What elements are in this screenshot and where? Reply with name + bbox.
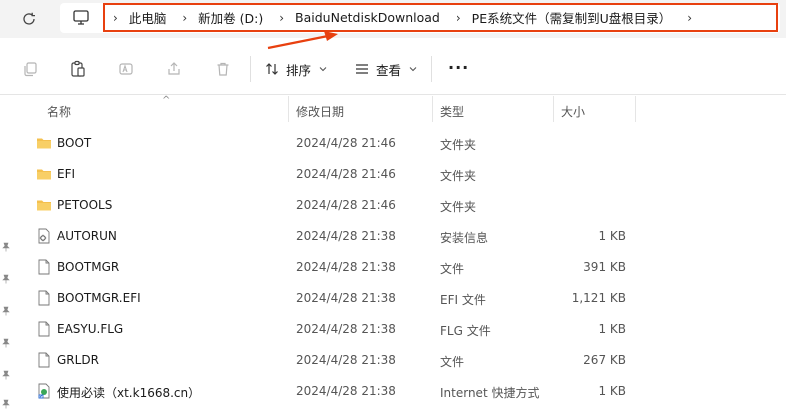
copy-icon	[24, 62, 37, 77]
refresh-icon	[23, 12, 35, 25]
file-name: EASYU.FLG	[57, 322, 124, 336]
file-date: 2024/4/28 21:46	[296, 167, 396, 181]
view-icon	[356, 64, 368, 74]
file-name: 使用必读（xt.k1668.cn）	[57, 386, 201, 400]
file-icon	[38, 352, 50, 368]
breadcrumb-pe-folder[interactable]: PE系统文件（需复制到U盘根目录）	[472, 8, 672, 27]
file-type: 文件夹	[440, 200, 477, 214]
settings-file-icon	[38, 228, 50, 244]
file-type: 文件夹	[440, 138, 477, 152]
file-row-efi[interactable]: EFI 2024/4/28 21:46 文件夹	[0, 159, 786, 190]
view-button[interactable]: 查看	[354, 58, 417, 80]
file-row-readme-shortcut[interactable]: 使用必读（xt.k1668.cn） 2024/4/28 21:38 Intern…	[0, 376, 786, 407]
file-name: GRLDR	[57, 353, 99, 367]
column-date[interactable]: 修改日期	[296, 103, 344, 120]
delete-button[interactable]	[213, 59, 233, 79]
file-type: Internet 快捷方式	[440, 386, 540, 400]
chevron-down-icon	[409, 67, 417, 72]
column-divider[interactable]	[432, 96, 433, 122]
file-type: 文件	[440, 262, 465, 276]
file-date: 2024/4/28 21:38	[296, 353, 396, 367]
share-button[interactable]	[164, 59, 184, 79]
file-name: BOOTMGR	[57, 260, 120, 274]
more-options-button[interactable]: ···	[448, 58, 469, 77]
file-name: BOOTMGR.EFI	[57, 291, 141, 305]
sort-label: 排序	[286, 62, 312, 78]
breadcrumb-this-pc[interactable]: 此电脑	[129, 8, 167, 27]
file-icon	[38, 290, 50, 306]
chevron-down-icon	[319, 67, 327, 72]
breadcrumb: › 此电脑 › 新加卷 (D:) › BaiduNetdiskDownload …	[103, 3, 778, 32]
sort-icon	[266, 63, 278, 75]
breadcrumb-separator[interactable]: ›	[456, 11, 461, 25]
toolbar-separator	[431, 56, 432, 82]
breadcrumb-separator[interactable]: ›	[113, 11, 118, 25]
file-name: PETOOLS	[57, 198, 113, 212]
rename-icon	[119, 63, 133, 75]
file-type: 安装信息	[440, 231, 489, 245]
file-row-boot[interactable]: BOOT 2024/4/28 21:46 文件夹	[0, 128, 786, 159]
file-type: 文件	[440, 355, 465, 369]
paste-button[interactable]	[68, 59, 88, 79]
column-divider[interactable]	[635, 96, 636, 122]
refresh-button[interactable]	[14, 6, 44, 32]
internet-shortcut-icon	[38, 383, 50, 399]
breadcrumb-separator[interactable]: ›	[279, 11, 284, 25]
file-row-bootmgr-efi[interactable]: BOOTMGR.EFI 2024/4/28 21:38 EFI 文件 1,121…	[0, 283, 786, 314]
breadcrumb-drive-d[interactable]: 新加卷 (D:)	[198, 8, 263, 27]
view-label: 查看	[376, 62, 402, 78]
file-row-petools[interactable]: PETOOLS 2024/4/28 21:46 文件夹	[0, 190, 786, 221]
breadcrumb-expand-chevron[interactable]: ›	[687, 11, 692, 25]
column-header: ^ 名称 修改日期 类型 大小	[0, 95, 786, 122]
file-size: 1 KB	[598, 384, 626, 398]
command-bar: 排序 查看 ···	[0, 44, 786, 95]
file-type: FLG 文件	[440, 324, 491, 338]
file-date: 2024/4/28 21:38	[296, 229, 396, 243]
address-bar-area: › 此电脑 › 新加卷 (D:) › BaiduNetdiskDownload …	[0, 0, 786, 38]
toolbar-separator	[250, 56, 251, 82]
copy-button[interactable]	[20, 59, 40, 79]
this-pc-icon[interactable]	[72, 9, 90, 27]
file-date: 2024/4/28 21:38	[296, 291, 396, 305]
file-size: 267 KB	[583, 353, 626, 367]
file-row-bootmgr[interactable]: BOOTMGR 2024/4/28 21:38 文件 391 KB	[0, 252, 786, 283]
file-size: 1,121 KB	[571, 291, 626, 305]
column-size[interactable]: 大小	[561, 103, 585, 120]
file-row-easyu-flg[interactable]: EASYU.FLG 2024/4/28 21:38 FLG 文件 1 KB	[0, 314, 786, 345]
file-date: 2024/4/28 21:38	[296, 322, 396, 336]
breadcrumb-separator[interactable]: ›	[182, 11, 187, 25]
share-icon	[168, 62, 180, 75]
breadcrumb-download-folder[interactable]: BaiduNetdiskDownload	[295, 10, 440, 25]
file-size: 1 KB	[598, 322, 626, 336]
file-size: 1 KB	[598, 229, 626, 243]
file-row-grldr[interactable]: GRLDR 2024/4/28 21:38 文件 267 KB	[0, 345, 786, 376]
file-icon	[38, 321, 50, 337]
file-row-autorun[interactable]: AUTORUN 2024/4/28 21:38 安装信息 1 KB	[0, 221, 786, 252]
file-date: 2024/4/28 21:46	[296, 198, 396, 212]
file-size: 391 KB	[583, 260, 626, 274]
trash-icon	[217, 62, 229, 76]
sort-ascending-icon: ^	[162, 95, 171, 106]
column-name[interactable]: 名称	[47, 103, 71, 120]
paste-icon	[71, 60, 85, 77]
folder-icon	[37, 200, 51, 211]
file-type: EFI 文件	[440, 293, 486, 307]
column-divider[interactable]	[553, 96, 554, 122]
file-name: BOOT	[57, 136, 92, 150]
sort-button[interactable]: 排序	[264, 58, 327, 80]
file-name: EFI	[57, 167, 76, 181]
folder-icon	[37, 138, 51, 149]
folder-icon	[37, 169, 51, 180]
rename-button[interactable]	[116, 59, 136, 79]
file-list: BOOT 2024/4/28 21:46 文件夹 EFI 2024/4/28 2…	[0, 128, 786, 407]
file-type: 文件夹	[440, 169, 477, 183]
column-type[interactable]: 类型	[440, 103, 464, 120]
file-date: 2024/4/28 21:38	[296, 260, 396, 274]
file-date: 2024/4/28 21:46	[296, 136, 396, 150]
file-icon	[38, 259, 50, 275]
column-divider[interactable]	[288, 96, 289, 122]
file-date: 2024/4/28 21:38	[296, 384, 396, 398]
file-name: AUTORUN	[57, 229, 117, 243]
